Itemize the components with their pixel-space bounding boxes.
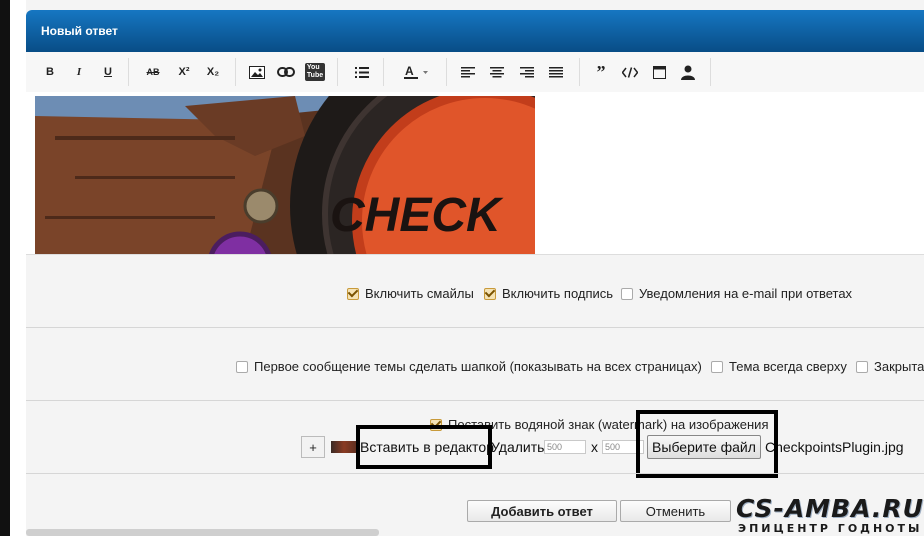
bold-button[interactable]: B: [40, 62, 60, 82]
image-sign-text: CHECK: [330, 189, 504, 242]
user-icon: [681, 65, 695, 80]
game-screenshot-image: CHECK: [35, 96, 535, 254]
svg-text:A: A: [405, 64, 414, 78]
spoiler-icon: [652, 65, 666, 79]
option-sticky[interactable]: Тема всегда сверху: [711, 359, 847, 374]
site-watermark-logo: CS-AMBA.RU ЭПИЦЕНТР ГОДНОТЫ: [736, 496, 924, 536]
option-closed[interactable]: Закрыта: [856, 359, 924, 374]
quote-button[interactable]: ”: [591, 62, 611, 82]
highlight-box-insert: [356, 425, 492, 469]
subscript-button[interactable]: X₂: [203, 62, 223, 82]
option-pin-first-post[interactable]: Первое сообщение темы сделать шапкой (по…: [236, 359, 702, 374]
inserted-image: CHECK: [35, 96, 535, 254]
code-button[interactable]: [620, 62, 640, 82]
youtube-icon: You Tube: [304, 63, 326, 81]
superscript-button[interactable]: X²: [174, 62, 194, 82]
page-gutter: [10, 0, 26, 536]
youtube-button[interactable]: You Tube: [304, 62, 326, 82]
section-divider: [26, 473, 924, 474]
submit-reply-button[interactable]: Добавить ответ: [467, 500, 617, 522]
toolbar-separator: [235, 58, 236, 86]
section-divider: [26, 400, 924, 401]
reply-title: Новый ответ: [41, 24, 118, 38]
toolbar-separator: [128, 58, 129, 86]
horizontal-scrollbar[interactable]: [26, 529, 379, 536]
toolbar-separator: [710, 58, 711, 86]
checkbox-sticky[interactable]: [711, 360, 723, 373]
align-justify-button[interactable]: [546, 62, 566, 82]
toolbar-separator: [337, 58, 338, 86]
option-closed-label: Закрыта: [874, 359, 924, 374]
align-right-icon: [520, 66, 534, 77]
list-button[interactable]: [352, 62, 372, 82]
site-watermark-subtitle: ЭПИЦЕНТР ГОДНОТЫ: [738, 522, 923, 535]
cancel-button[interactable]: Отменить: [620, 500, 731, 522]
site-watermark-text: CS-AMBA.RU: [736, 494, 924, 523]
dimension-separator: x: [591, 439, 598, 455]
editor-area[interactable]: CHECK: [26, 92, 924, 255]
link-button[interactable]: [276, 62, 296, 82]
option-signature-label: Включить подпись: [502, 286, 614, 301]
attachment-thumbnail: [331, 441, 357, 453]
toolbar-separator: [383, 58, 384, 86]
image-width-input[interactable]: 500: [544, 440, 586, 454]
list-icon: [355, 66, 369, 78]
text-color-icon: A: [404, 64, 428, 79]
user-mention-button[interactable]: [678, 62, 698, 82]
checkbox-closed[interactable]: [856, 360, 868, 373]
option-sticky-label: Тема всегда сверху: [729, 359, 847, 374]
strikethrough-button[interactable]: AB: [143, 62, 163, 82]
selected-file-name: CheckpointsPlugin.jpg: [765, 439, 904, 455]
checkbox-pin-first-post[interactable]: [236, 360, 248, 373]
toolbar-separator: [579, 58, 580, 86]
add-attachment-button[interactable]: +: [301, 436, 325, 458]
italic-button[interactable]: I: [69, 62, 89, 82]
editor-toolbar: B I U AB X² X₂ You Tube A ”: [26, 52, 924, 93]
toolbar-separator: [446, 58, 447, 86]
window-left-edge: [0, 0, 10, 536]
option-email-notify-label: Уведомления на e-mail при ответах: [639, 286, 853, 301]
checkbox-smilies[interactable]: [347, 287, 359, 300]
option-signature[interactable]: Включить подпись: [484, 286, 613, 301]
align-left-button[interactable]: [458, 62, 478, 82]
image-button[interactable]: [247, 62, 267, 82]
checkbox-signature[interactable]: [484, 287, 496, 300]
option-smilies-label: Включить смайлы: [365, 286, 474, 301]
underline-button[interactable]: U: [98, 62, 118, 82]
code-icon: [622, 66, 638, 78]
text-color-button[interactable]: A: [401, 62, 431, 82]
highlight-box-choose-file: [636, 410, 778, 478]
section-divider: [26, 327, 924, 328]
align-right-button[interactable]: [517, 62, 537, 82]
align-left-icon: [461, 66, 475, 77]
align-justify-icon: [549, 66, 563, 77]
reply-header: Новый ответ: [26, 10, 924, 52]
delete-attachment-button[interactable]: Удалить: [491, 439, 544, 455]
image-icon: [249, 65, 265, 79]
option-pin-first-post-label: Первое сообщение темы сделать шапкой (по…: [254, 359, 702, 374]
align-center-icon: [490, 66, 504, 77]
checkbox-email-notify[interactable]: [621, 287, 633, 300]
align-center-button[interactable]: [487, 62, 507, 82]
option-email-notify[interactable]: Уведомления на e-mail при ответах: [621, 286, 852, 301]
link-icon: [277, 67, 295, 77]
spoiler-button[interactable]: [649, 62, 669, 82]
option-smilies[interactable]: Включить смайлы: [347, 286, 474, 301]
